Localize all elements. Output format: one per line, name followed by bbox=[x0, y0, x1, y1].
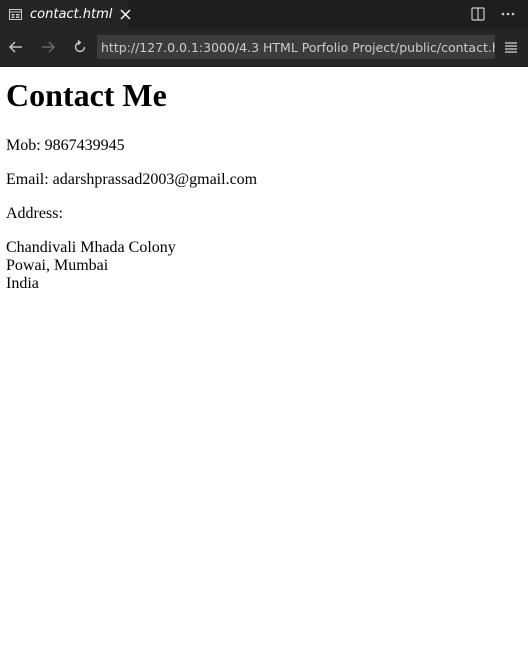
tab-actions bbox=[470, 0, 516, 28]
url-input[interactable] bbox=[101, 39, 495, 55]
page-title: Contact Me bbox=[6, 77, 167, 113]
tab-title: contact.html bbox=[30, 6, 113, 22]
mobile-number: Mob: 9867439945 bbox=[6, 137, 125, 154]
address-line-1: Chandivali Mhada Colony bbox=[6, 239, 176, 256]
email-address: Email: adarshprassad2003@gmail.com bbox=[6, 171, 258, 188]
page-content: Contact Me Mob: 9867439945 Email: adarsh… bbox=[0, 77, 528, 293]
browser-nav-bar bbox=[0, 28, 528, 67]
tab-contact-html[interactable]: contact.html bbox=[0, 0, 131, 28]
close-icon[interactable] bbox=[120, 7, 131, 21]
editor-tab-bar: contact.html bbox=[0, 0, 528, 28]
address-line-3: India bbox=[6, 275, 39, 292]
preview-icon bbox=[9, 8, 22, 20]
arrow-right-icon[interactable] bbox=[32, 28, 64, 67]
menu-icon[interactable] bbox=[499, 28, 523, 67]
url-bar[interactable] bbox=[97, 35, 495, 59]
more-actions-icon[interactable] bbox=[500, 6, 516, 22]
address-label: Address: bbox=[6, 205, 63, 222]
address-line-2: Powai, Mumbai bbox=[6, 257, 109, 274]
reload-icon[interactable] bbox=[64, 28, 96, 67]
address-block: Chandivali Mhada Colony Powai, Mumbai In… bbox=[6, 239, 522, 293]
split-editor-icon[interactable] bbox=[470, 6, 486, 22]
arrow-left-icon[interactable] bbox=[0, 28, 32, 67]
